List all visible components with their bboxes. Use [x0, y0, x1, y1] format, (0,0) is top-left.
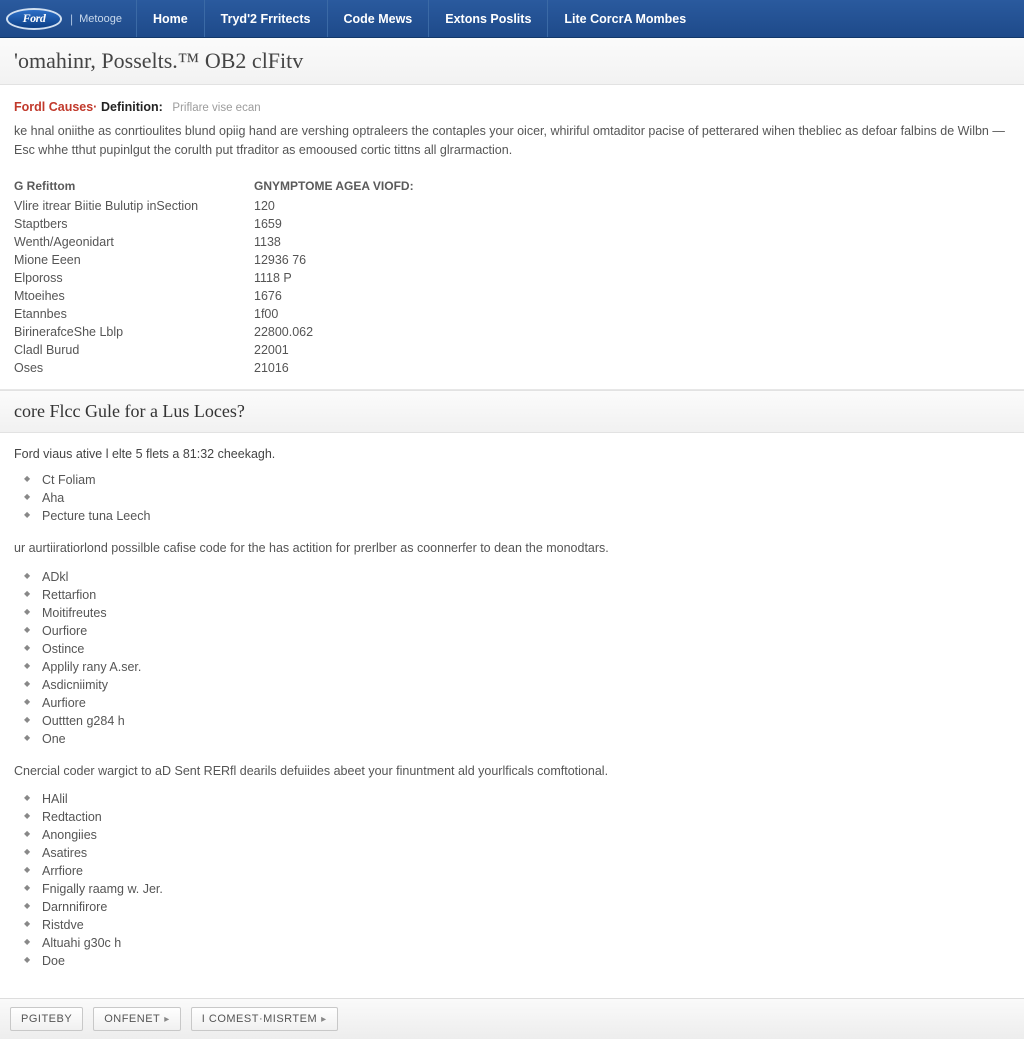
list-item: Redtaction [24, 808, 1010, 826]
table-row: Staptbers [14, 215, 254, 233]
nav-home[interactable]: Home [136, 0, 204, 37]
list-item: Aurfiore [24, 694, 1010, 712]
table-row: 21016 [254, 359, 454, 377]
symptom-head-right: GNYMPTOME AGEA VIOFD: [254, 175, 454, 197]
brand-logo[interactable]: Ford [6, 8, 62, 30]
symptom-col-left: G Refittom Vlire itrear Biitie Bulutip i… [14, 175, 254, 377]
table-row: BirinerafceShe Lblp [14, 323, 254, 341]
nav-items: Home Tryd'2 Frritects Code Mews Extons P… [136, 0, 702, 37]
list-item: Asatires [24, 844, 1010, 862]
list-item: Doe [24, 952, 1010, 970]
list-item: Moitifreutes [24, 604, 1010, 622]
table-row: 12936 76 [254, 251, 454, 269]
symptom-table: G Refittom Vlire itrear Biitie Bulutip i… [14, 175, 1010, 377]
bullet-list-2: ADkl Rettarfion Moitifreutes Ourfiore Os… [14, 568, 1010, 748]
bullet-list-1: Ct Foliam Aha Pecture tuna Leech [14, 471, 1010, 525]
definition-line: Fordl Causes· Definition: Priflare vise … [14, 99, 1010, 114]
footer-button-label: ONFENET [104, 1013, 160, 1025]
list-item: Darnnifirore [24, 898, 1010, 916]
list-item: Asdicniimity [24, 676, 1010, 694]
brand-subtitle: Metooge [79, 13, 122, 25]
nav-code-news[interactable]: Code Mews [327, 0, 429, 37]
logo-block: Ford | Metooge [0, 8, 136, 30]
list-item: Anongiies [24, 826, 1010, 844]
table-row: 1138 [254, 233, 454, 251]
list-item: Altuahi g30c h [24, 934, 1010, 952]
table-row: 1676 [254, 287, 454, 305]
definition-prefix: Fordl Causes· [14, 100, 97, 114]
symptom-col-right: GNYMPTOME AGEA VIOFD: 120 1659 1138 1293… [254, 175, 454, 377]
table-row: Oses [14, 359, 254, 377]
paragraph-2: Cnercial coder wargict to aD Sent RERfl … [14, 762, 1010, 781]
footer-bar: PGITEBY ONFENET ▸ I COMEST·MISRTEM ▸ [0, 998, 1024, 1039]
nav-members[interactable]: Lite CorcrA Mombes [547, 0, 702, 37]
table-row: 1f00 [254, 305, 454, 323]
bullet-list-3: HAlil Redtaction Anongiies Asatires Arrf… [14, 790, 1010, 970]
definition-hint: Priflare vise ecan [172, 102, 260, 114]
logo-divider: | [70, 12, 73, 26]
table-row: 1659 [254, 215, 454, 233]
table-row: Mione Eeen [14, 251, 254, 269]
list-item: Applily rany A.ser. [24, 658, 1010, 676]
list-item: Ourfiore [24, 622, 1010, 640]
list-item: Outtten g284 h [24, 712, 1010, 730]
list-item: Pecture tuna Leech [24, 507, 1010, 525]
table-row: Cladl Burud [14, 341, 254, 359]
footer-button-comest[interactable]: I COMEST·MISRTEM ▸ [191, 1007, 338, 1031]
footer-button-label: I COMEST·MISRTEM [202, 1013, 317, 1025]
page-title: 'omahinr, Posselts.™ OB2 clFitv [14, 48, 1010, 74]
list-item: Fnigally raamg w. Jer. [24, 880, 1010, 898]
list-item: Rettarfion [24, 586, 1010, 604]
table-row: Wenth/Ageonidart [14, 233, 254, 251]
title-bar: 'omahinr, Posselts.™ OB2 clFitv [0, 38, 1024, 85]
list-item: Ct Foliam [24, 471, 1010, 489]
list-item: ADkl [24, 568, 1010, 586]
symptom-head-left: G Refittom [14, 175, 254, 197]
table-row: 22001 [254, 341, 454, 359]
footer-button-onfenet[interactable]: ONFENET ▸ [93, 1007, 181, 1031]
table-row: Mtoeihes [14, 287, 254, 305]
paragraph-1: ur aurtiiratiorlond possilble cafise cod… [14, 539, 1010, 558]
table-row: Elpoross [14, 269, 254, 287]
nav-projects[interactable]: Tryd'2 Frritects [204, 0, 327, 37]
chevron-right-icon: ▸ [321, 1014, 327, 1025]
chevron-right-icon: ▸ [164, 1014, 170, 1025]
top-nav: Ford | Metooge Home Tryd'2 Frritects Cod… [0, 0, 1024, 38]
section-intro: Ford viaus ative l elte 5 flets a 81:32 … [14, 447, 1010, 461]
footer-button-label: PGITEBY [21, 1013, 72, 1025]
section-heading: core Flcc Gule for a Lus Loces? [14, 401, 1010, 422]
section-header: core Flcc Gule for a Lus Loces? [0, 390, 1024, 433]
definition-bold: Definition: [101, 100, 163, 114]
definition-body: ke hnal oniithe as conrtioulites blund o… [14, 122, 1010, 161]
list-item: Arrfiore [24, 862, 1010, 880]
list-item: Ristdve [24, 916, 1010, 934]
nav-extons[interactable]: Extons Poslits [428, 0, 547, 37]
list-item: Aha [24, 489, 1010, 507]
list-item: Ostince [24, 640, 1010, 658]
table-row: Etannbes [14, 305, 254, 323]
table-row: 22800.062 [254, 323, 454, 341]
section-body: Ford viaus ative l elte 5 flets a 81:32 … [0, 433, 1024, 999]
footer-button-pgiteby[interactable]: PGITEBY [10, 1007, 83, 1031]
list-item: One [24, 730, 1010, 748]
definition-block: Fordl Causes· Definition: Priflare vise … [0, 85, 1024, 390]
list-item: HAlil [24, 790, 1010, 808]
table-row: 120 [254, 197, 454, 215]
table-row: Vlire itrear Biitie Bulutip inSection [14, 197, 254, 215]
table-row: 1118 P [254, 269, 454, 287]
